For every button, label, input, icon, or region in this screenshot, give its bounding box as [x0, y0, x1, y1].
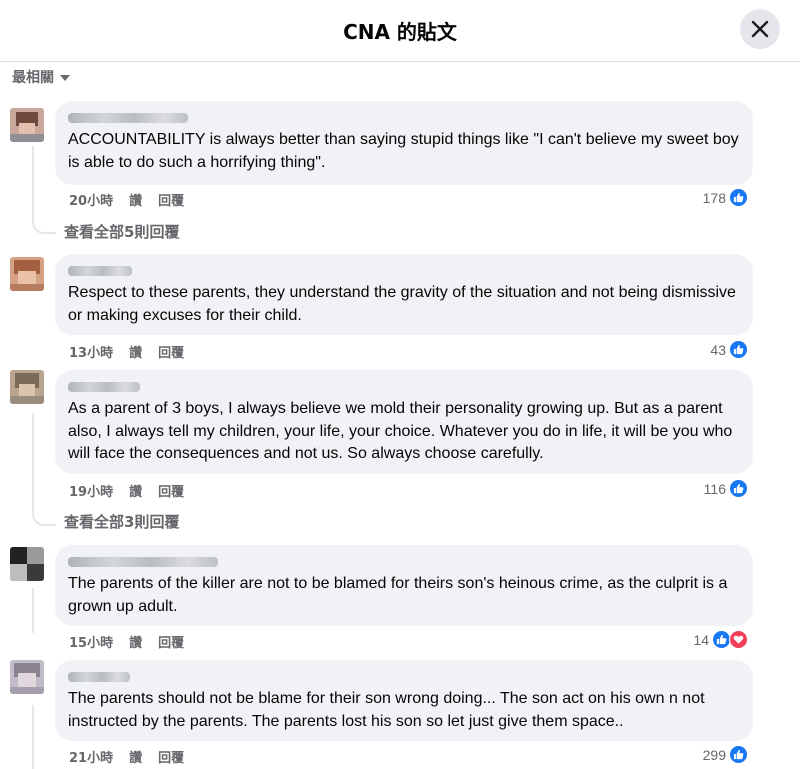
- comment-text: The parents of the killer are not to be …: [68, 575, 728, 615]
- reaction-number: 14: [693, 631, 709, 648]
- thread-line: [32, 146, 34, 216]
- reaction-number: 299: [702, 746, 726, 763]
- comment-time[interactable]: 20小時: [69, 190, 113, 209]
- comment-time[interactable]: 13小時: [69, 342, 113, 361]
- view-replies-link[interactable]: 查看全部3則回覆: [64, 511, 179, 532]
- author-name[interactable]: [68, 557, 218, 567]
- reaction-count[interactable]: 299: [703, 745, 748, 764]
- author-name[interactable]: [68, 672, 130, 682]
- avatar[interactable]: [10, 547, 44, 581]
- comment-meta: 20小時 讚 回覆: [69, 190, 184, 209]
- author-name[interactable]: [68, 382, 140, 392]
- comment-time[interactable]: 15小時: [69, 632, 113, 651]
- close-button[interactable]: [740, 9, 780, 49]
- view-replies-link[interactable]: 查看全部5則回覆: [64, 221, 179, 242]
- comment-bubble: The parents should not be blame for thei…: [55, 660, 753, 741]
- comment-bubble: ACCOUNTABILITY is always better than say…: [55, 101, 753, 185]
- reaction-number: 178: [702, 189, 726, 206]
- like-button[interactable]: 讚: [129, 747, 142, 766]
- thread-line: [32, 705, 34, 769]
- like-icon: [729, 479, 748, 498]
- reaction-number: 43: [710, 341, 726, 358]
- caret-down-icon: [60, 75, 70, 81]
- reply-button[interactable]: 回覆: [158, 481, 184, 500]
- avatar[interactable]: [10, 108, 44, 142]
- comment-time[interactable]: 21小時: [69, 747, 113, 766]
- love-icon: [729, 630, 748, 649]
- comment-text: The parents should not be blame for thei…: [68, 690, 705, 730]
- like-icon: [729, 340, 748, 359]
- comment-text: As a parent of 3 boys, I always believe …: [68, 400, 733, 462]
- comment-bubble: As a parent of 3 boys, I always believe …: [55, 370, 753, 474]
- thread-line: [32, 588, 34, 633]
- avatar[interactable]: [10, 370, 44, 404]
- like-button[interactable]: 讚: [129, 632, 142, 651]
- avatar[interactable]: [10, 660, 44, 694]
- comment-meta: 13小時 讚 回覆: [69, 342, 184, 361]
- comment-text: Respect to these parents, they understan…: [68, 284, 736, 324]
- close-icon: [751, 20, 769, 38]
- comment-meta: 15小時 讚 回覆: [69, 632, 184, 651]
- comment-meta: 19小時 讚 回覆: [69, 481, 184, 500]
- author-name[interactable]: [68, 266, 132, 276]
- reply-button[interactable]: 回覆: [158, 190, 184, 209]
- reaction-number: 116: [703, 480, 726, 497]
- like-button[interactable]: 讚: [129, 190, 142, 209]
- comment-text: ACCOUNTABILITY is always better than say…: [68, 131, 739, 171]
- reaction-count[interactable]: 178: [703, 188, 748, 207]
- reaction-count[interactable]: 14: [693, 630, 748, 649]
- reply-button[interactable]: 回覆: [158, 342, 184, 361]
- comment-bubble: Respect to these parents, they understan…: [55, 254, 753, 335]
- comment-meta: 21小時 讚 回覆: [69, 747, 184, 766]
- thread-line: [32, 413, 34, 508]
- like-button[interactable]: 讚: [129, 342, 142, 361]
- sort-label: 最相關: [12, 70, 54, 86]
- reaction-count[interactable]: 43: [710, 340, 748, 359]
- author-name[interactable]: [68, 113, 188, 123]
- comment-bubble: The parents of the killer are not to be …: [55, 545, 753, 626]
- thread-curve: [32, 506, 56, 526]
- sort-dropdown[interactable]: 最相關: [12, 66, 70, 88]
- like-icon: [729, 745, 748, 764]
- reaction-count[interactable]: 116: [704, 479, 748, 498]
- comment-time[interactable]: 19小時: [69, 481, 113, 500]
- thread-curve: [32, 214, 56, 234]
- dialog-title: CNA 的貼文: [343, 20, 457, 44]
- like-button[interactable]: 讚: [129, 481, 142, 500]
- reply-button[interactable]: 回覆: [158, 747, 184, 766]
- like-icon: [729, 188, 748, 207]
- avatar[interactable]: [10, 257, 44, 291]
- reply-button[interactable]: 回覆: [158, 632, 184, 651]
- dialog-header: CNA 的貼文: [0, 0, 800, 62]
